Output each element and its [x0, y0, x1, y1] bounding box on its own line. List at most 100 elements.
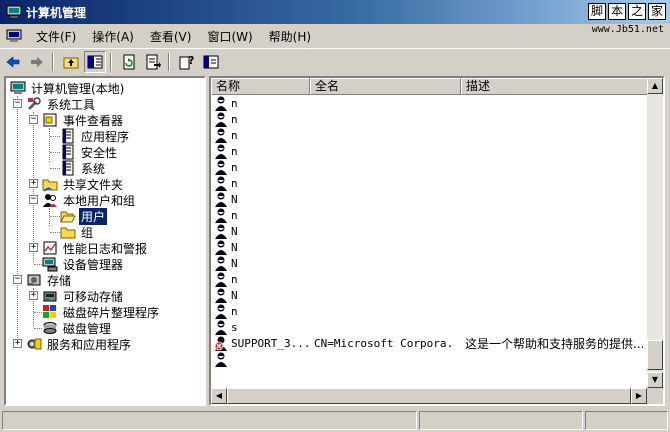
tree-node-removable-storage[interactable]: 可移动存储 [42, 288, 125, 304]
vertical-scroll-thumb[interactable] [647, 340, 663, 370]
user-row[interactable]: n [211, 127, 651, 143]
tree-node-perf-logs[interactable]: 性能日志和警报 [42, 240, 149, 256]
back-button[interactable] [2, 51, 24, 73]
up-button[interactable] [60, 51, 82, 73]
scroll-right-button[interactable]: ▶ [631, 388, 647, 404]
user-row[interactable]: n [211, 95, 651, 111]
user-row[interactable]: N [211, 223, 651, 239]
expand-toggle[interactable]: + [29, 179, 38, 188]
storage-icon [27, 274, 41, 286]
column-header-name[interactable]: 名称 [211, 78, 310, 95]
vertical-scrollbar[interactable]: ▲ ▼ [647, 78, 663, 388]
console-icon[interactable] [6, 29, 22, 43]
user-icon [215, 304, 227, 319]
menu-action[interactable]: 操作(A) [84, 28, 142, 45]
collapse-toggle[interactable]: − [29, 115, 38, 124]
tree-node-storage[interactable]: 存储 [26, 272, 73, 288]
user-icon [215, 224, 227, 239]
tree-label: 服务和应用程序 [47, 337, 132, 352]
tree-node-services-apps[interactable]: 服务和应用程序 [26, 336, 133, 352]
column-header-description[interactable]: 描述 [461, 78, 651, 95]
status-cell-tertiary [585, 410, 668, 430]
properties-button[interactable] [200, 51, 222, 73]
tree-label: 本地用户和组 [63, 193, 136, 208]
tree-node-shared-folders[interactable]: 共享文件夹 [42, 176, 125, 192]
tree-node-application-log[interactable]: 应用程序 [60, 128, 131, 144]
user-icon [215, 96, 227, 111]
tree-connector [34, 312, 42, 313]
user-icon [215, 128, 227, 143]
user-name-cell: SUPPORT_3... [231, 336, 309, 350]
forward-button[interactable] [26, 51, 48, 73]
help-button[interactable]: ? [176, 51, 198, 73]
show-hide-tree-icon [87, 55, 103, 68]
refresh-button[interactable] [118, 51, 140, 73]
user-icon [215, 272, 227, 287]
user-row[interactable]: SUPPORT_3... CN=Microsoft Corpora... 这是一个帮… [211, 335, 651, 351]
tree-node-security-log[interactable]: 安全性 [60, 144, 119, 160]
status-bar [0, 408, 670, 432]
tree-node-root[interactable]: 计算机管理(本地) [10, 80, 126, 96]
user-row[interactable]: n [211, 111, 651, 127]
horizontal-scrollbar[interactable]: ◀ ▶ [211, 388, 647, 404]
tree-label: 应用程序 [81, 129, 130, 144]
user-row[interactable]: n [211, 271, 651, 287]
user-row[interactable]: n [211, 303, 651, 319]
log-icon [62, 128, 74, 144]
collapse-toggle[interactable]: − [13, 99, 22, 108]
user-row[interactable]: s [211, 319, 651, 335]
menu-bar: 文件(F) 操作(A) 查看(V) 窗口(W) 帮助(H) [0, 25, 600, 47]
expand-toggle[interactable]: + [29, 243, 38, 252]
tree-label: 可移动存储 [63, 289, 124, 304]
tree-node-users[interactable]: 用户 [60, 207, 108, 225]
status-cell-secondary [419, 410, 583, 430]
scroll-up-button[interactable]: ▲ [647, 78, 663, 94]
scroll-down-button[interactable]: ▼ [647, 372, 663, 388]
user-name-cell: N [231, 288, 238, 302]
tree-node-system-tools[interactable]: 系统工具 [26, 96, 97, 112]
user-name-cell: N [231, 224, 238, 238]
tree-node-defrag[interactable]: 磁盘碎片整理程序 [42, 304, 161, 320]
user-name-cell: N [231, 192, 238, 206]
tree-node-groups[interactable]: 组 [60, 224, 95, 240]
expand-toggle[interactable]: + [13, 339, 22, 348]
tree-node-system-log[interactable]: 系统 [60, 160, 107, 176]
open-folder-icon [60, 211, 76, 223]
back-icon [6, 55, 20, 68]
performance-icon [43, 241, 57, 255]
title-bar[interactable]: 计算机管理 脚 本 之 家 [0, 0, 670, 24]
user-name-cell: n [231, 304, 238, 318]
user-name-cell: s [231, 320, 238, 334]
expand-toggle[interactable]: + [29, 291, 38, 300]
user-row[interactable]: n [211, 175, 651, 191]
tree-node-disk-management[interactable]: 磁盘管理 [42, 320, 113, 336]
user-name-cell: n [231, 144, 238, 158]
user-row[interactable] [211, 351, 651, 367]
tree-node-event-viewer[interactable]: 事件查看器 [42, 112, 125, 128]
tree-node-device-manager[interactable]: 设备管理器 [42, 256, 125, 272]
user-icon [215, 352, 227, 367]
menu-view[interactable]: 查看(V) [142, 28, 200, 45]
user-row[interactable]: N [211, 191, 651, 207]
user-row[interactable]: N [211, 239, 651, 255]
folder-icon [60, 227, 76, 239]
details-pane[interactable]: 名称 全名 描述 n n n n n n Nn N N Nn Nn s SUPPORT_3... CN=M… [209, 76, 665, 406]
user-row[interactable]: n [211, 159, 651, 175]
console-tree[interactable]: 计算机管理(本地) − 系统工具 − 事件查看器 应用程序 安全性 系统 + 共… [4, 76, 206, 406]
watermark-logo: 脚 本 之 家 [587, 3, 666, 20]
collapse-toggle[interactable]: − [29, 195, 38, 204]
user-row[interactable]: n [211, 143, 651, 159]
user-row[interactable]: N [211, 287, 651, 303]
menu-window[interactable]: 窗口(W) [199, 28, 260, 45]
tree-node-local-users-groups[interactable]: 本地用户和组 [42, 192, 137, 208]
menu-file[interactable]: 文件(F) [28, 28, 84, 45]
scroll-left-button[interactable]: ◀ [211, 388, 227, 404]
show-hide-tree-button[interactable] [84, 50, 106, 73]
user-row[interactable]: N [211, 255, 651, 271]
column-header-fullname[interactable]: 全名 [310, 78, 461, 95]
collapse-toggle[interactable]: − [13, 275, 22, 284]
menu-help[interactable]: 帮助(H) [261, 28, 319, 45]
export-list-button[interactable] [142, 51, 164, 73]
user-row[interactable]: n [211, 207, 651, 223]
horizontal-scroll-thumb[interactable] [227, 388, 631, 404]
